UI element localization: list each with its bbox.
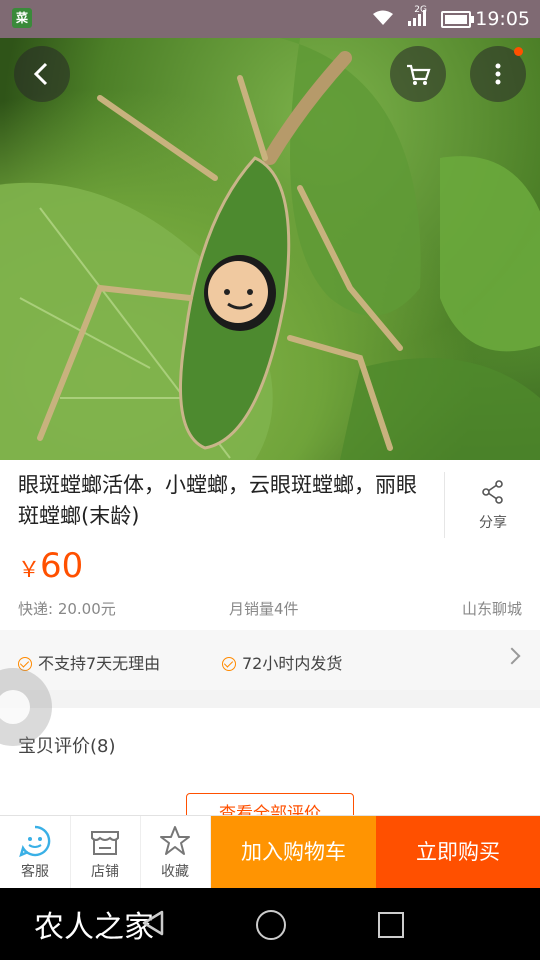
favorite-label: 收藏 [161,864,189,880]
service-item: 不支持7天无理由 [18,650,160,674]
cart-icon [407,64,431,85]
reviews-section: 宝贝评价(8) 查看全部评价 [0,708,540,835]
add-to-cart-button[interactable]: 加入购物车 [211,816,376,889]
app-notification-icon: 菜 [12,8,32,28]
product-image-carousel[interactable] [0,38,540,460]
nav-back-icon[interactable] [138,908,168,938]
back-button[interactable] [14,46,70,102]
shop-button[interactable]: 店铺 [70,816,141,889]
product-info: 眼斑螳螂活体，小螳螂，云眼斑螳螂，丽眼斑螳螂(末龄) 分享 ￥60 快递: 20… [0,460,540,630]
signal-icon [408,10,426,26]
cart-button[interactable] [390,46,446,102]
share-label: 分享 [479,515,507,531]
favorite-button[interactable]: 收藏 [140,816,211,889]
currency-symbol: ￥ [18,558,41,583]
service-label: 不支持7天无理由 [38,654,161,673]
battery-icon [441,11,474,28]
watermark: 农人之家 [34,910,154,945]
notification-badge [514,47,523,56]
share-button[interactable]: 分享 [444,472,540,538]
back-arrow-icon [33,62,48,86]
monthly-sales: 月销量4件 [229,600,299,618]
clock: 19:05 [475,8,530,30]
chevron-right-icon [503,647,521,665]
bottom-action-bar: 客服 店铺 收藏 加入购物车 立即购买 [0,815,540,889]
service-label: 72小时内发货 [242,654,343,673]
shop-label: 店铺 [91,864,119,880]
wifi-icon [373,10,393,25]
price-value: 60 [40,546,84,586]
customer-service-icon [19,825,51,858]
mantis-photo [0,38,540,460]
service-guarantees[interactable]: 不支持7天无理由 72小时内发货 [0,630,540,690]
star-icon [160,826,190,855]
customer-service-button[interactable]: 客服 [0,816,71,889]
service-item: 72小时内发货 [222,650,342,674]
buy-now-button[interactable]: 立即购买 [376,816,540,889]
share-icon [482,480,503,504]
shipping-fee: 快递: 20.00元 [18,600,116,618]
nav-recents-icon[interactable] [378,912,404,938]
nav-home-icon[interactable] [256,910,286,940]
customer-service-label: 客服 [21,864,49,880]
product-title: 眼斑螳螂活体，小螳螂，云眼斑螳螂，丽眼斑螳螂(末龄) [18,473,417,528]
check-circle-icon [222,657,236,671]
status-bar: 菜 2G 19:05 [0,0,540,38]
price: ￥60 [18,546,83,586]
seller-location: 山东聊城 [461,600,522,618]
shop-icon [91,831,119,855]
